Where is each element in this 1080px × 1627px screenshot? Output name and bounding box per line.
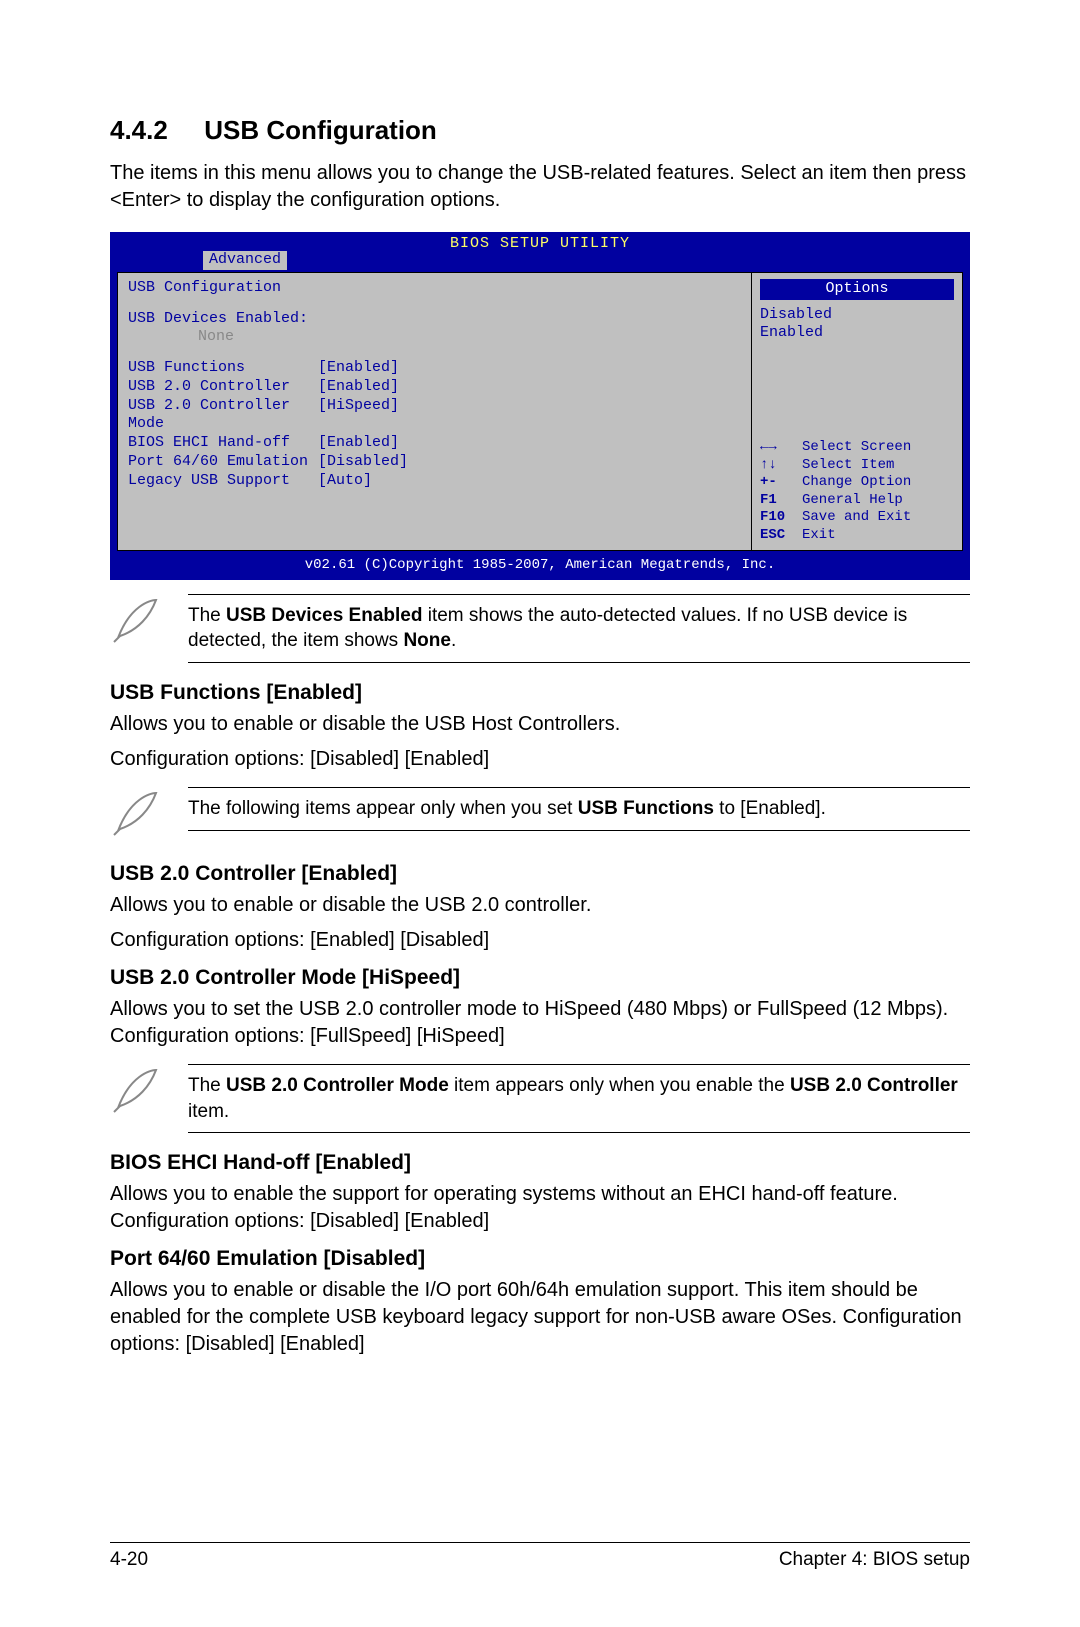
note-bold: USB Devices Enabled bbox=[226, 605, 422, 626]
note-bold: USB 2.0 Controller Mode bbox=[226, 1075, 449, 1096]
bios-heading: USB Configuration bbox=[128, 279, 741, 298]
body-text: Allows you to enable or disable the I/O … bbox=[110, 1277, 970, 1358]
body-text: Configuration options: [Enabled] [Disabl… bbox=[110, 927, 970, 954]
note-bold: None bbox=[403, 630, 451, 651]
note-box: The following items appear only when you… bbox=[110, 787, 970, 844]
bios-row: BIOS EHCI Hand-off[Enabled] bbox=[128, 434, 741, 453]
chapter-label: Chapter 4: BIOS setup bbox=[779, 1549, 970, 1571]
page-number: 4-20 bbox=[110, 1549, 148, 1571]
note-text: to [Enabled]. bbox=[714, 798, 826, 819]
feather-icon bbox=[110, 787, 188, 844]
bios-row: Legacy USB Support[Auto] bbox=[128, 472, 741, 491]
body-text: Allows you to enable or disable the USB … bbox=[110, 711, 970, 738]
subsection-heading: BIOS EHCI Hand-off [Enabled] bbox=[110, 1151, 970, 1175]
note-text: The bbox=[188, 1075, 226, 1096]
note-box: The USB 2.0 Controller Mode item appears… bbox=[110, 1064, 970, 1133]
bios-option: Disabled bbox=[760, 306, 954, 325]
bios-nav-help: ←→Select Screen ↑↓Select Item +-Change O… bbox=[760, 349, 954, 544]
bios-devices-label: USB Devices Enabled: bbox=[128, 310, 741, 329]
feather-icon bbox=[110, 594, 188, 651]
bios-option: Enabled bbox=[760, 324, 954, 343]
subsection-heading: Port 64/60 Emulation [Disabled] bbox=[110, 1247, 970, 1271]
note-text: The following items appear only when you… bbox=[188, 798, 578, 819]
feather-icon bbox=[110, 1064, 188, 1121]
bios-row: USB Functions[Enabled] bbox=[128, 359, 741, 378]
bios-screenshot: BIOS SETUP UTILITY Advanced USB Configur… bbox=[110, 232, 970, 580]
note-text: . bbox=[451, 630, 456, 651]
note-bold: USB 2.0 Controller bbox=[790, 1075, 958, 1096]
body-text: Allows you to set the USB 2.0 controller… bbox=[110, 996, 970, 1050]
subsection-heading: USB 2.0 Controller Mode [HiSpeed] bbox=[110, 966, 970, 990]
bios-options-header: Options bbox=[760, 279, 954, 300]
body-text: Allows you to enable or disable the USB … bbox=[110, 892, 970, 919]
bios-row: USB 2.0 Controller[Enabled] bbox=[128, 378, 741, 397]
intro-paragraph: The items in this menu allows you to cha… bbox=[110, 160, 970, 214]
section-title: USB Configuration bbox=[204, 115, 437, 145]
body-text: Configuration options: [Disabled] [Enabl… bbox=[110, 746, 970, 773]
bios-row: Port 64/60 Emulation[Disabled] bbox=[128, 453, 741, 472]
note-text: item appears only when you enable the bbox=[449, 1075, 790, 1096]
note-bold: USB Functions bbox=[578, 798, 714, 819]
subsection-heading: USB 2.0 Controller [Enabled] bbox=[110, 862, 970, 886]
body-text: Allows you to enable the support for ope… bbox=[110, 1181, 970, 1235]
note-text: The bbox=[188, 605, 226, 626]
bios-tab-advanced: Advanced bbox=[203, 251, 287, 270]
subsection-heading: USB Functions [Enabled] bbox=[110, 681, 970, 705]
bios-row: USB 2.0 Controller Mode[HiSpeed] bbox=[128, 397, 741, 435]
bios-footer: v02.61 (C)Copyright 1985-2007, American … bbox=[111, 555, 969, 579]
section-number: 4.4.2 bbox=[110, 115, 168, 146]
note-box: The USB Devices Enabled item shows the a… bbox=[110, 594, 970, 663]
bios-devices-none: None bbox=[198, 328, 741, 347]
note-text: item. bbox=[188, 1101, 229, 1122]
